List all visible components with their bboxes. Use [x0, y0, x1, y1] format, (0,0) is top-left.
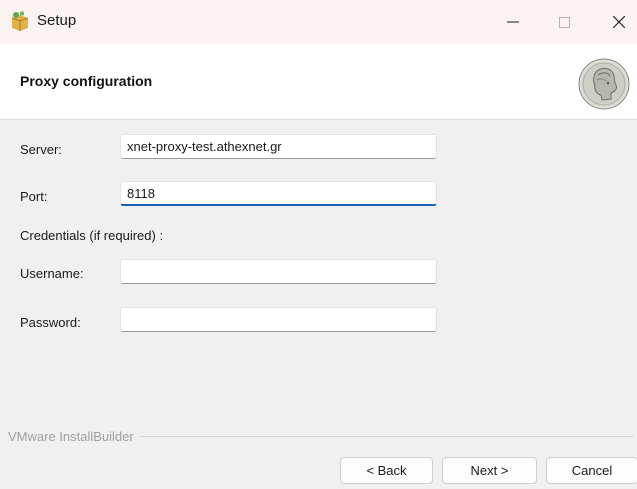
server-label: Server:: [20, 142, 62, 157]
close-button[interactable]: [596, 0, 637, 44]
title-bar: Setup: [0, 0, 637, 44]
minimize-button[interactable]: [490, 0, 536, 44]
credentials-label: Credentials (if required) :: [20, 228, 164, 243]
minimize-icon: [507, 21, 519, 23]
back-button[interactable]: < Back: [340, 457, 433, 484]
installer-box-icon: [11, 11, 29, 31]
page-title: Proxy configuration: [20, 73, 153, 89]
wizard-header: Proxy configuration: [0, 44, 637, 120]
maximize-button[interactable]: [541, 0, 587, 44]
close-icon: [613, 16, 625, 28]
maximize-icon: [558, 16, 570, 28]
port-input[interactable]: [120, 181, 437, 206]
password-input[interactable]: [120, 307, 437, 332]
username-input[interactable]: [120, 259, 437, 284]
username-label: Username:: [20, 266, 84, 281]
server-input[interactable]: [120, 134, 437, 159]
window-title: Setup: [37, 12, 77, 29]
next-button[interactable]: Next >: [442, 457, 537, 484]
brand-label: VMware InstallBuilder: [8, 429, 140, 444]
cancel-button[interactable]: Cancel: [546, 457, 637, 484]
coin-medallion-logo: [578, 58, 630, 110]
password-label: Password:: [20, 315, 81, 330]
port-label: Port:: [20, 189, 48, 204]
branding: VMware InstallBuilder: [0, 429, 637, 445]
